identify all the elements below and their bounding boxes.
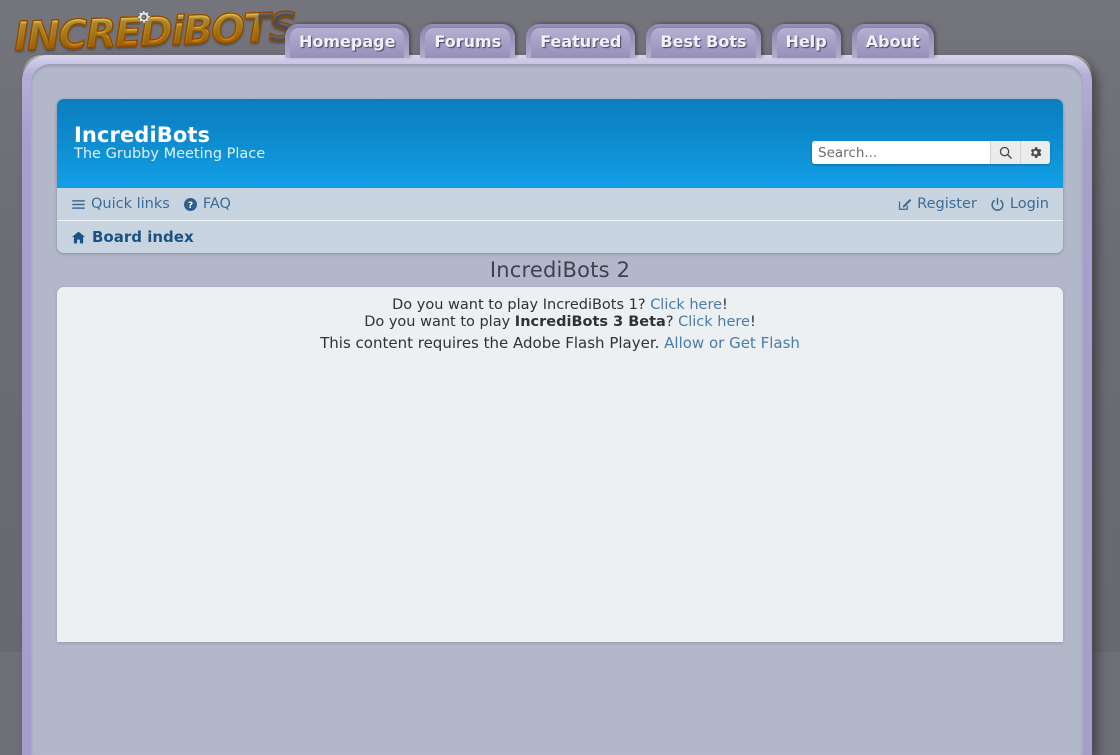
play-ib1-text: Do you want to play IncrediBots 1? [392, 297, 651, 313]
quick-links-label: Quick links [91, 196, 170, 212]
play-ib3-suffix: ! [749, 313, 756, 330]
tab-help[interactable]: Help [771, 24, 841, 58]
top-navigation-bar: INCREDiBOTS Homepage Forums Featured Bes… [0, 0, 1120, 61]
faq-link[interactable]: ? FAQ [183, 196, 231, 212]
search-button[interactable] [990, 141, 1020, 164]
question-circle-icon: ? [183, 197, 197, 211]
gear-icon [1030, 147, 1042, 158]
search-icon [999, 146, 1012, 159]
desktop-background: INCREDiBOTS Homepage Forums Featured Bes… [0, 0, 1120, 755]
incredibots-logo[interactable]: INCREDiBOTS [13, 4, 297, 62]
tab-label: Featured [540, 31, 622, 51]
site-description: The Grubby Meeting Place [74, 146, 266, 162]
navbar-right-links: Register Login [897, 196, 1049, 212]
search-input[interactable] [812, 141, 990, 164]
navbar-row-primary: Quick links ? FAQ Register Login [71, 188, 1049, 220]
play-ib3-mid: ? [665, 313, 679, 330]
breadcrumb-board-index[interactable]: Board index [71, 228, 194, 246]
tab-homepage[interactable]: Homepage [285, 24, 410, 58]
forum-navbar: Quick links ? FAQ Register Login Board i… [57, 188, 1063, 253]
register-link[interactable]: Register [897, 196, 977, 212]
play-ib1-suffix: ! [722, 297, 728, 313]
search-box [812, 141, 1050, 164]
register-label: Register [917, 196, 977, 212]
site-title: IncrediBots [74, 123, 211, 147]
play-ib3-link[interactable]: Click here [678, 314, 750, 330]
tab-best-bots[interactable]: Best Bots [646, 24, 761, 58]
flash-required-line: This content requires the Adobe Flash Pl… [69, 335, 1051, 352]
navbar-row-breadcrumb: Board index [71, 221, 1049, 253]
forum-container: IncrediBots The Grubby Meeting Place Sea… [57, 99, 1063, 642]
content-panel: Do you want to play IncrediBots 1? Click… [57, 287, 1063, 642]
navbar-left-links: Quick links ? FAQ [71, 196, 231, 212]
advanced-search-button[interactable] [1020, 141, 1050, 164]
play-ib1-line: Do you want to play IncrediBots 1? Click… [69, 297, 1051, 314]
gear-icon [137, 10, 151, 24]
svg-text:?: ? [188, 200, 193, 210]
tab-label: Homepage [299, 31, 396, 51]
flash-required-text: This content requires the Adobe Flash Pl… [320, 334, 665, 352]
tab-featured[interactable]: Featured [526, 24, 636, 58]
play-ib3-line: Do you want to play IncrediBots 3 Beta? … [69, 314, 1051, 331]
pencil-square-icon [899, 198, 912, 210]
tab-label: About [865, 31, 920, 51]
tab-label: Help [785, 31, 827, 51]
tab-about[interactable]: About [851, 24, 934, 58]
tab-label: Best Bots [660, 31, 747, 51]
site-header: IncrediBots The Grubby Meeting Place [57, 99, 1063, 188]
play-ib1-link[interactable]: Click here [650, 297, 722, 313]
play-ib3-text: Do you want to play [364, 313, 515, 330]
quick-links-button[interactable]: Quick links [71, 196, 170, 212]
tab-forums[interactable]: Forums [420, 24, 516, 58]
faq-label: FAQ [202, 196, 231, 212]
login-link[interactable]: Login [990, 196, 1049, 212]
home-icon [72, 231, 85, 243]
breadcrumb-label: Board index [92, 228, 194, 246]
login-label: Login [1009, 196, 1049, 212]
power-icon [991, 197, 1004, 211]
page-title: IncrediBots 2 [489, 258, 631, 282]
tab-label: Forums [434, 31, 502, 51]
hamburger-icon [72, 199, 85, 209]
play-ib3-name: IncrediBots 3 Beta [514, 313, 666, 330]
nav-tabs: Homepage Forums Featured Best Bots Help … [285, 22, 934, 58]
allow-get-flash-link[interactable]: Allow or Get Flash [664, 334, 800, 352]
